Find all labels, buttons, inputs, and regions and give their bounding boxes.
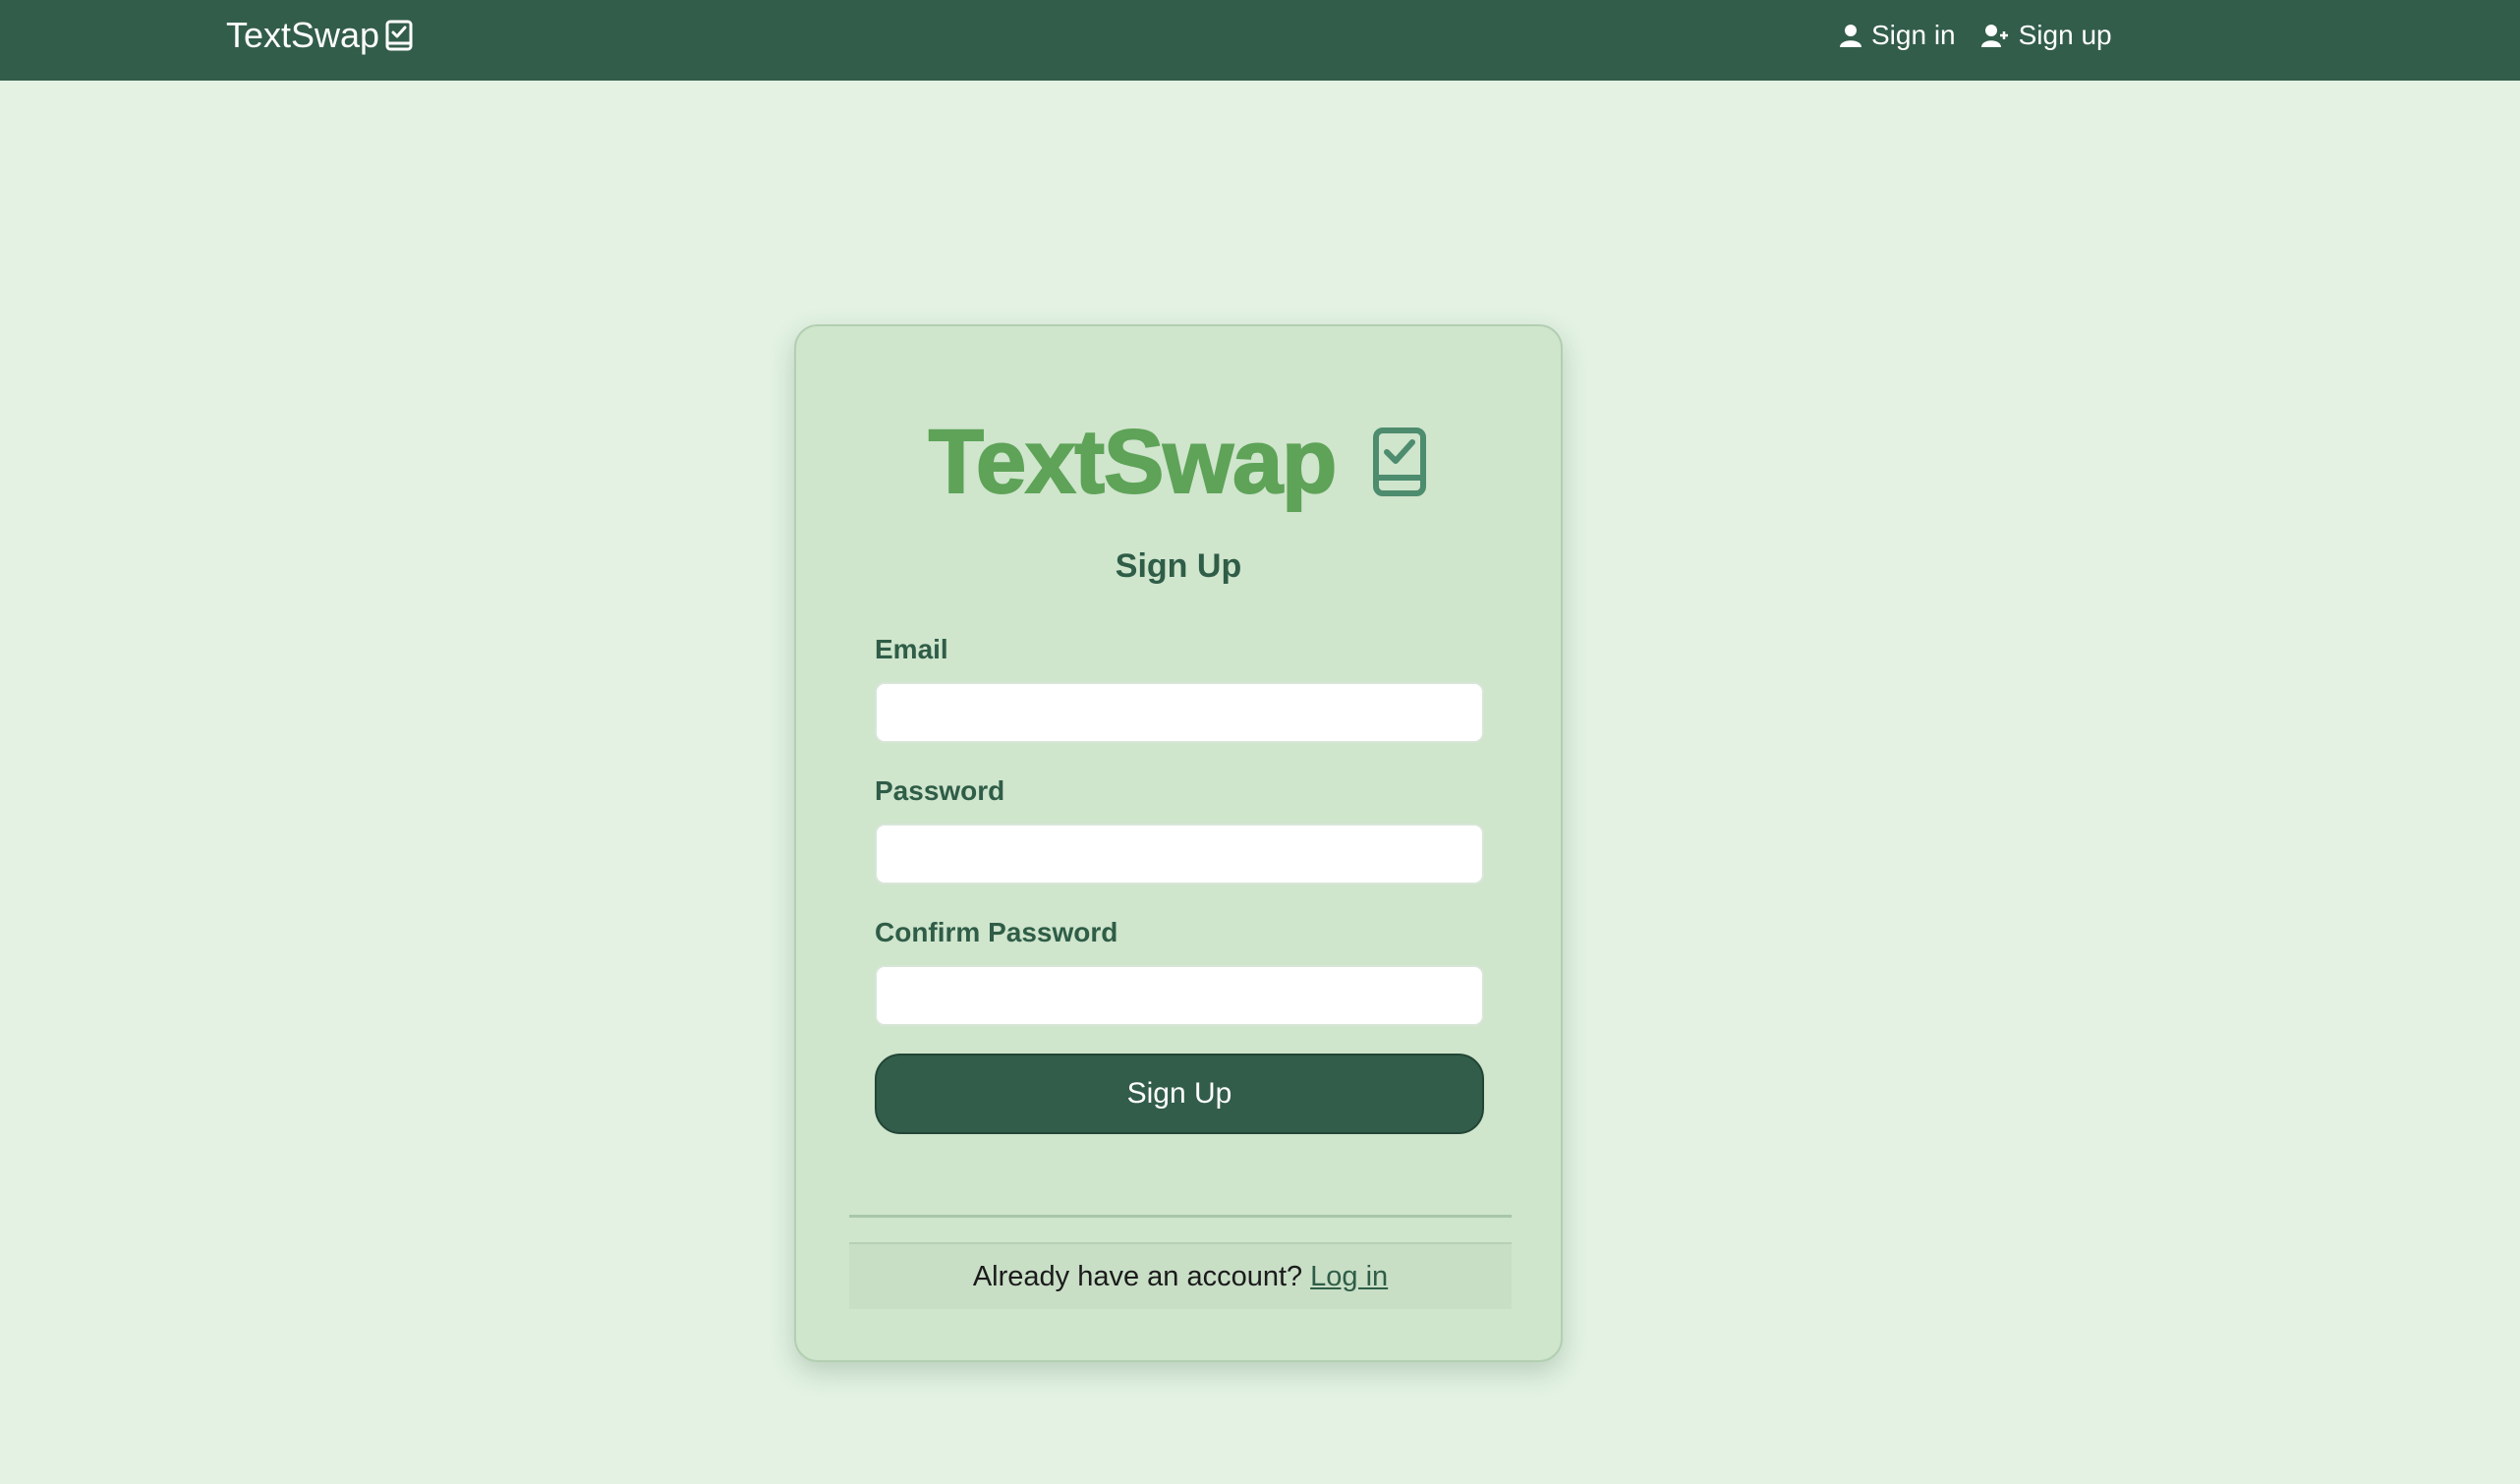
brand-name: TextSwap xyxy=(226,15,380,55)
password-field[interactable] xyxy=(875,824,1484,885)
book-check-icon xyxy=(1371,427,1428,497)
logo-text: TextSwap xyxy=(928,411,1339,513)
nav-links: Sign in Sign up xyxy=(1840,18,2112,53)
signup-card: TextSwap Sign Up Email Password Confirm … xyxy=(794,324,1563,1362)
user-icon xyxy=(1840,24,1861,47)
top-navbar: TextSwap Sign in Sign up xyxy=(0,0,2520,81)
divider xyxy=(849,1215,1512,1218)
nav-sign-up-label: Sign up xyxy=(2018,20,2112,50)
user-plus-icon xyxy=(1980,24,2009,47)
form-title: Sign Up xyxy=(1115,547,1242,585)
password-label: Password xyxy=(875,775,1005,806)
nav-sign-in-label: Sign in xyxy=(1871,20,1956,50)
nav-sign-in-link[interactable]: Sign in xyxy=(1840,18,1956,53)
email-label: Email xyxy=(875,634,948,664)
book-check-icon xyxy=(383,19,415,52)
log-in-link[interactable]: Log in xyxy=(1310,1261,1388,1293)
nav-sign-up-link[interactable]: Sign up xyxy=(1980,18,2112,53)
login-prompt: Already have an account? Log in xyxy=(849,1242,1512,1309)
confirm-password-label: Confirm Password xyxy=(875,917,1118,947)
card-logo: TextSwap xyxy=(796,411,1561,513)
sign-up-button[interactable]: Sign Up xyxy=(875,1054,1484,1134)
login-prompt-text: Already have an account? xyxy=(972,1260,1303,1292)
confirm-password-field[interactable] xyxy=(875,965,1484,1026)
email-field[interactable] xyxy=(875,682,1484,743)
brand-link[interactable]: TextSwap xyxy=(226,16,415,55)
